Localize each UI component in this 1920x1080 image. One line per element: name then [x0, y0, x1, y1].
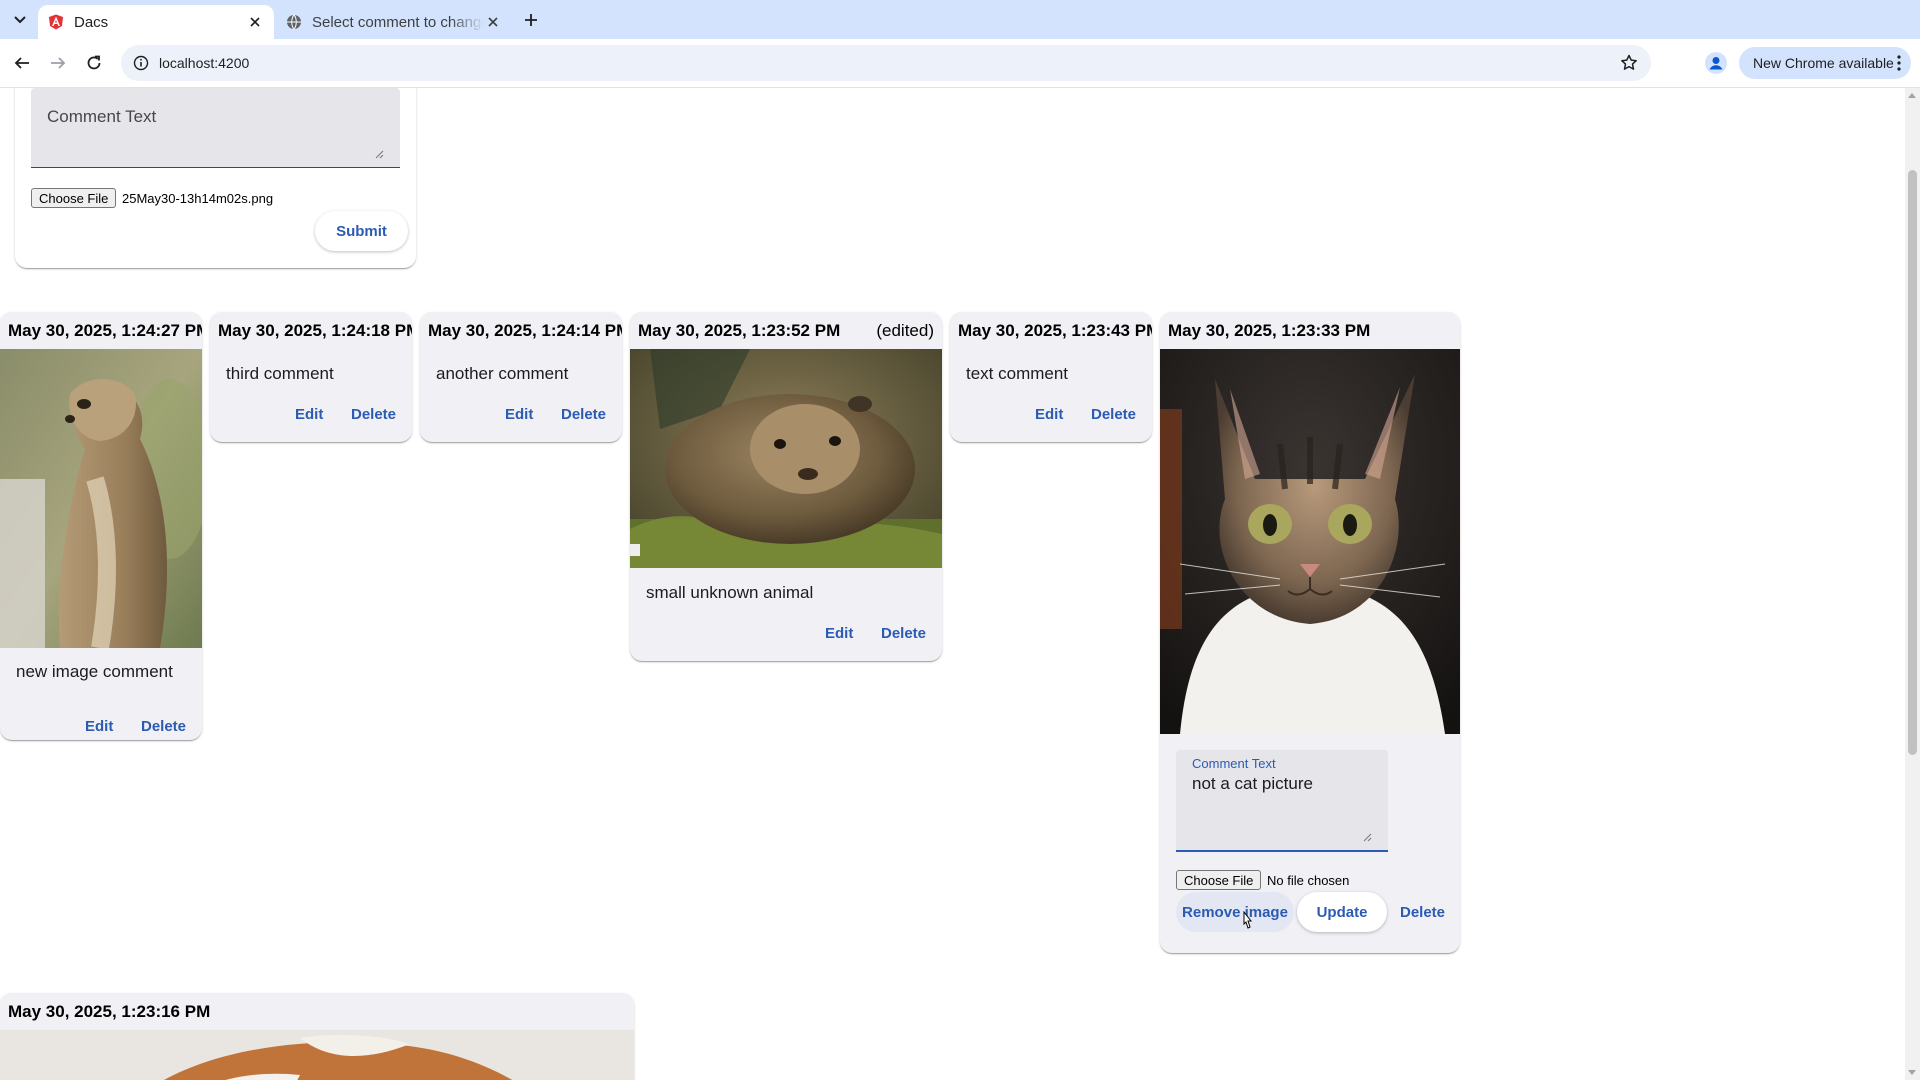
- comment-date: May 30, 2025, 1:23:16 PM: [8, 1001, 211, 1021]
- meerkat-image: [0, 349, 202, 648]
- comment-card: May 30, 2025, 1:23:43 PM text comment Ed…: [950, 312, 1152, 442]
- comment-text-field[interactable]: Comment Text: [31, 88, 400, 168]
- browser-toolbar: localhost:4200 New Chrome available: [0, 39, 1920, 88]
- comment-card: May 30, 2025, 1:23:16 PM: [0, 993, 634, 1080]
- edit-button[interactable]: Edit: [295, 406, 323, 423]
- delete-button[interactable]: Delete: [141, 718, 186, 735]
- back-button[interactable]: [10, 51, 34, 75]
- bookmark-star-icon[interactable]: [1619, 53, 1639, 73]
- chevron-down-icon: [14, 16, 26, 24]
- tab-select-comment[interactable]: Select comment to change: [276, 5, 512, 39]
- plus-icon: [525, 14, 537, 26]
- comment-date: May 30, 2025, 1:24:14 PM: [428, 320, 622, 340]
- guinea-pig-image: [630, 349, 942, 568]
- back-arrow-icon: [14, 57, 29, 69]
- address-bar[interactable]: localhost:4200: [121, 45, 1651, 81]
- tab-title: Dacs: [74, 13, 109, 31]
- comment-card: May 30, 2025, 1:24:18 PM third comment E…: [210, 312, 412, 442]
- delete-button[interactable]: Delete: [1091, 406, 1136, 423]
- edit-button[interactable]: Edit: [85, 718, 113, 735]
- edited-label: (edited): [876, 320, 934, 340]
- url-text: localhost:4200: [159, 55, 250, 71]
- page-scrollbar[interactable]: [1905, 88, 1920, 1080]
- site-info-icon[interactable]: [131, 53, 151, 73]
- comment-text-placeholder: Comment Text: [47, 107, 157, 126]
- update-button[interactable]: Update: [1297, 892, 1387, 932]
- cat-image: [1160, 349, 1460, 734]
- new-tab-button[interactable]: [520, 9, 542, 31]
- comment-date: May 30, 2025, 1:23:33 PM: [1168, 320, 1371, 340]
- edit-comment-field-label: Comment Text: [1192, 756, 1276, 771]
- close-tab-icon[interactable]: [484, 13, 502, 31]
- tab-title: Select comment to change: [312, 13, 484, 31]
- profile-avatar-icon[interactable]: [1705, 52, 1727, 74]
- selected-file-name: 25May30-13h14m02s.png: [122, 191, 274, 206]
- comment-text: new image comment: [16, 662, 173, 681]
- scroll-down-arrow-icon[interactable]: [1908, 1070, 1916, 1075]
- submit-button[interactable]: Submit: [315, 211, 408, 251]
- comment-text: another comment: [436, 364, 569, 383]
- dog-image: [0, 1030, 634, 1080]
- delete-button[interactable]: Delete: [561, 406, 606, 423]
- reload-icon: [87, 55, 101, 70]
- file-status: No file chosen: [1267, 873, 1350, 888]
- globe-icon: [287, 14, 301, 30]
- forward-button[interactable]: [46, 51, 70, 75]
- delete-button[interactable]: Delete: [351, 406, 396, 423]
- new-comment-form: Comment Text Choose File 25May30-13h14m0…: [15, 88, 416, 268]
- delete-button[interactable]: Delete: [881, 625, 926, 642]
- choose-file-button[interactable]: Choose File: [1176, 870, 1262, 890]
- tab-strip: Dacs Select comment to change: [0, 0, 1920, 39]
- edit-comment-field[interactable]: Comment Text not a cat picture: [1176, 750, 1388, 852]
- comment-card: May 30, 2025, 1:24:27 PM new image comme…: [0, 312, 202, 740]
- comment-text: text comment: [966, 364, 1069, 383]
- edit-button[interactable]: Edit: [1035, 406, 1063, 423]
- chrome-update-button[interactable]: New Chrome available: [1739, 47, 1911, 79]
- edit-button[interactable]: Edit: [825, 625, 853, 642]
- scroll-up-arrow-icon[interactable]: [1908, 93, 1916, 98]
- resize-handle-icon[interactable]: [1363, 833, 1372, 842]
- more-vert-icon: [1897, 55, 1901, 71]
- reload-button[interactable]: [82, 51, 106, 75]
- delete-button[interactable]: Delete: [1400, 904, 1445, 921]
- forward-arrow-icon: [51, 57, 66, 69]
- comment-date: May 30, 2025, 1:23:43 PM: [958, 320, 1152, 340]
- comment-card: May 30, 2025, 1:24:14 PM another comment…: [420, 312, 622, 442]
- scrollbar-thumb[interactable]: [1908, 170, 1917, 755]
- mouse-cursor-icon: [1243, 911, 1253, 929]
- resize-handle-icon[interactable]: [375, 150, 384, 159]
- page-content: Comment Text Choose File 25May30-13h14m0…: [0, 88, 1905, 1080]
- edit-button[interactable]: Edit: [505, 406, 533, 423]
- comment-date: May 30, 2025, 1:24:18 PM: [218, 320, 412, 340]
- comment-date: May 30, 2025, 1:23:52 PM: [638, 320, 841, 340]
- close-tab-icon[interactable]: [246, 13, 264, 31]
- comment-card: May 30, 2025, 1:23:52 PM (edited) small …: [630, 312, 942, 661]
- tab-search-button[interactable]: [8, 8, 32, 32]
- tab-dacs[interactable]: Dacs: [38, 5, 274, 39]
- comment-text: third comment: [226, 364, 334, 383]
- comment-card-editing: May 30, 2025, 1:23:33 PM Comment Text no…: [1160, 312, 1460, 953]
- chrome-update-label: New Chrome available: [1753, 55, 1894, 71]
- choose-file-button[interactable]: Choose File: [31, 188, 117, 208]
- comment-date: May 30, 2025, 1:24:27 PM: [8, 320, 202, 340]
- remove-image-button[interactable]: Remove image: [1176, 892, 1294, 932]
- angular-logo-icon: [49, 14, 63, 30]
- comment-text: small unknown animal: [646, 583, 814, 602]
- edit-comment-field-value: not a cat picture: [1192, 774, 1313, 793]
